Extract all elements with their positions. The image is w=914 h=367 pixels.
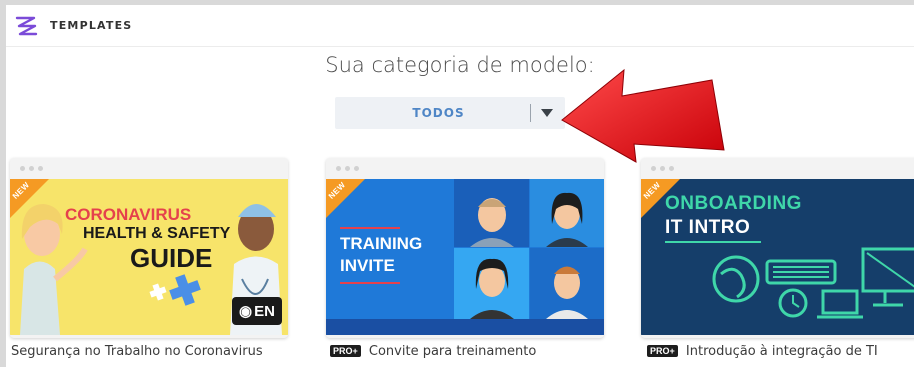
language-badge: ◉ EN [232, 297, 282, 325]
template-thumbnail[interactable]: NEW CORONAVIRUS HEALTH & SAFETY GUIDE ◉ … [10, 179, 288, 335]
template-title-text[interactable]: Convite para treinamento [369, 344, 536, 359]
template-title[interactable]: Segurança no Trabalho no Coronavirus [11, 344, 263, 359]
pro-plus-badge: PRO+ [647, 345, 678, 357]
title-rule-top [340, 227, 400, 229]
thumbnail-title-line1: TRAINING [340, 234, 423, 253]
thumbnail-title-line1: CORONAVIRUS [65, 205, 192, 224]
language-badge-label: EN [254, 302, 275, 320]
card-window-dots [10, 158, 288, 179]
template-title[interactable]: PRO+ Convite para treinamento [330, 344, 536, 359]
template-card-training-invite[interactable]: NEW TRAINING INVITE [326, 158, 604, 338]
page-title: Sua categoria de modelo: [325, 53, 595, 77]
brand-title[interactable]: TEMPLATES [50, 19, 132, 32]
template-title-text[interactable]: Segurança no Trabalho no Coronavirus [11, 344, 263, 359]
template-card-coronavirus[interactable]: NEW CORONAVIRUS HEALTH & SAFETY GUIDE ◉ … [10, 158, 288, 338]
avatar-grid-illustration [454, 179, 604, 319]
template-card-onboarding-it[interactable]: NEW ONBOARDING IT INTRO [641, 158, 914, 338]
thumbnail-title-line2: IT INTRO [665, 217, 751, 238]
top-bar: TEMPLATES [6, 5, 914, 47]
template-title-text[interactable]: Introdução à integração de TI [686, 344, 878, 359]
template-thumbnail[interactable]: NEW TRAINING INVITE [326, 179, 604, 335]
thumbnail-title-line2: HEALTH & SAFETY [83, 225, 231, 242]
thumbnail-footer-bar [326, 319, 604, 335]
thumbnail-title-line2: INVITE [340, 256, 395, 275]
red-arrow-icon [561, 68, 725, 163]
dropdown-divider [530, 104, 531, 122]
category-selected-value: TODOS [412, 106, 465, 120]
pro-plus-badge: PRO+ [330, 345, 361, 357]
category-dropdown[interactable]: TODOS [335, 97, 565, 129]
template-thumbnail[interactable]: NEW ONBOARDING IT INTRO [641, 179, 914, 335]
templates-logo-icon[interactable] [14, 13, 40, 39]
title-rule-bottom [340, 282, 400, 284]
thumbnail-title-line3: GUIDE [130, 243, 213, 273]
globe-icon: ◉ [239, 303, 253, 320]
caret-down-icon[interactable] [541, 109, 553, 117]
thumbnail-title-line1: ONBOARDING [665, 193, 802, 214]
app-frame: TEMPLATES Sua categoria de modelo: TODOS [6, 5, 914, 367]
template-title[interactable]: PRO+ Introdução à integração de TI [647, 344, 878, 359]
thumbnail-title: TRAINING INVITE [340, 233, 422, 277]
title-rule [665, 241, 761, 243]
